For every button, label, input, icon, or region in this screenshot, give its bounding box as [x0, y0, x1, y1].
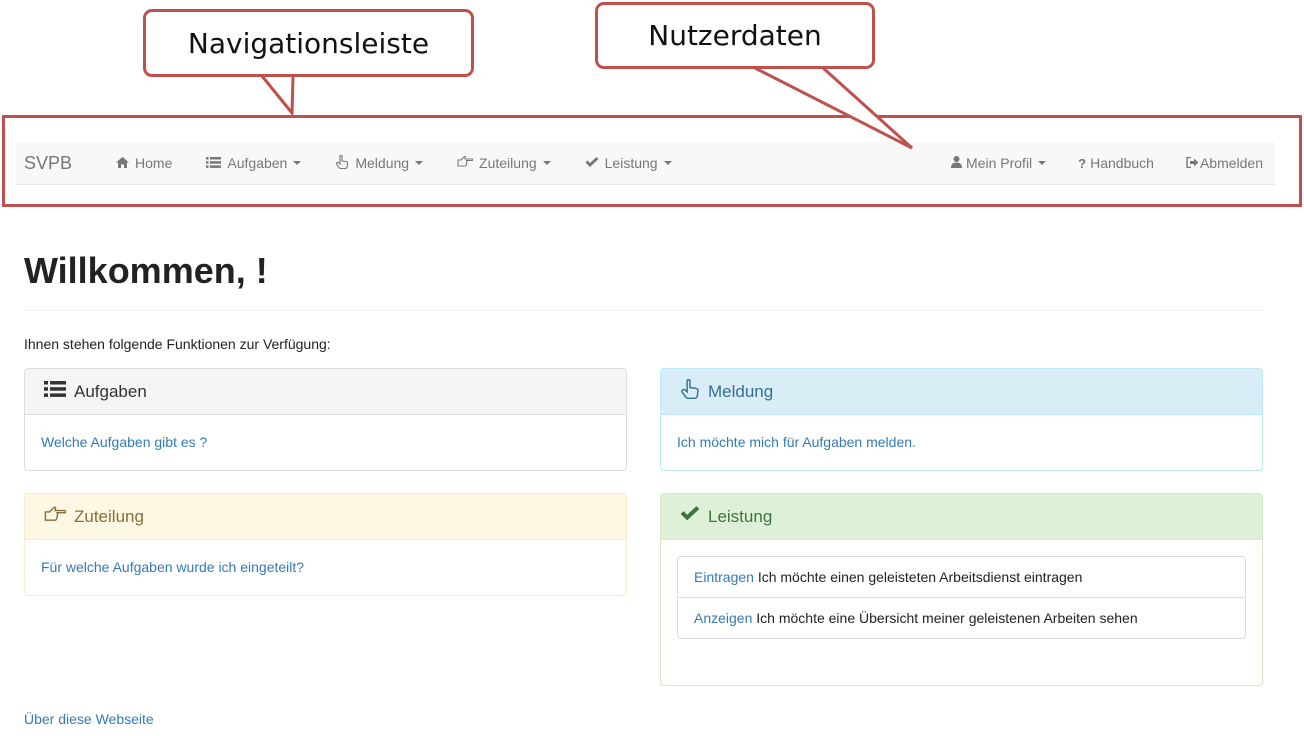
- list-item-text: Ich möchte eine Übersicht meiner geleist…: [756, 610, 1138, 626]
- link-eintragen[interactable]: Eintragen: [694, 569, 754, 585]
- panel-meldung-title: Meldung: [708, 381, 774, 401]
- nav-item-mein-profil[interactable]: Mein Profil: [935, 142, 1062, 184]
- nav-item-home[interactable]: Home: [99, 142, 189, 184]
- nav-item-handbuch[interactable]: ? Handbuch: [1062, 142, 1170, 184]
- panel-aufgaben-title: Aufgaben: [74, 381, 147, 401]
- checkmark-icon: [680, 506, 700, 527]
- chevron-down-icon: [542, 161, 551, 165]
- panel-meldung: Meldung Ich möchte mich für Aufgaben mel…: [660, 368, 1263, 471]
- link-anzeigen[interactable]: Anzeigen: [694, 610, 752, 626]
- intro-text: Ihnen stehen folgende Funktionen zur Ver…: [24, 336, 331, 352]
- leistung-list: Eintragen Ich möchte einen geleisteten A…: [677, 556, 1246, 639]
- arrow-nutzerdaten: [752, 65, 914, 150]
- nav-item-home-label: Home: [135, 155, 173, 171]
- list-item: Anzeigen Ich möchte eine Übersicht meine…: [678, 598, 1245, 638]
- panel-zuteilung-heading: Zuteilung: [25, 494, 626, 540]
- navbar-right: Mein Profil ? Handbuch Abmelden: [935, 142, 1275, 184]
- hand-pointer-right-icon: [44, 505, 67, 528]
- chevron-down-icon: [293, 161, 302, 165]
- chevron-down-icon: [663, 161, 672, 165]
- home-icon: [116, 156, 130, 171]
- list-icon: [206, 156, 222, 171]
- panel-zuteilung: Zuteilung Für welche Aufgaben wurde ich …: [24, 493, 627, 596]
- list-item: Eintragen Ich möchte einen geleisteten A…: [678, 557, 1245, 598]
- link-zuteilung-eingeteilt[interactable]: Für welche Aufgaben wurde ich eingeteilt…: [41, 559, 304, 575]
- main-content: Willkommen, ! Ihnen stehen folgende Funk…: [24, 230, 1263, 686]
- chevron-down-icon: [1038, 161, 1047, 165]
- checkmark-icon: [585, 156, 599, 171]
- navbar: SVPB Home Aufgaben Meldung Zuteilung Lei…: [16, 142, 1275, 185]
- logout-icon: [1186, 156, 1199, 171]
- footer-link-ueber-webseite[interactable]: Über diese Webseite: [24, 711, 154, 727]
- panel-leistung: Leistung Eintragen Ich möchte einen gele…: [660, 493, 1263, 686]
- link-welche-aufgaben[interactable]: Welche Aufgaben gibt es ?: [41, 434, 207, 450]
- panel-zuteilung-title: Zuteilung: [74, 506, 144, 526]
- list-item-text: Ich möchte einen geleisteten Arbeitsdien…: [757, 569, 1083, 585]
- nav-item-abmelden-label: Abmelden: [1199, 155, 1263, 171]
- arrow-navigationsleiste: [260, 75, 295, 118]
- nav-item-abmelden[interactable]: Abmelden: [1170, 142, 1275, 184]
- callout-nutzerdaten-label: Nutzerdaten: [648, 19, 822, 52]
- hand-pointer-up-icon: [680, 379, 700, 404]
- panel-zuteilung-body: Für welche Aufgaben wurde ich eingeteilt…: [25, 540, 626, 594]
- nav-item-handbuch-label: Handbuch: [1090, 155, 1154, 171]
- question-icon: ?: [1078, 155, 1087, 171]
- nav-item-mein-profil-label: Mein Profil: [966, 155, 1033, 171]
- panel-aufgaben: Aufgaben Welche Aufgaben gibt es ?: [24, 368, 627, 471]
- panel-leistung-body: Eintragen Ich möchte einen geleisteten A…: [661, 540, 1262, 655]
- nav-item-leistung-label: Leistung: [604, 155, 658, 171]
- list-icon: [44, 381, 66, 402]
- hand-pointer-up-icon: [335, 154, 349, 172]
- panel-aufgaben-body: Welche Aufgaben gibt es ?: [25, 415, 626, 469]
- navbar-brand[interactable]: SVPB: [16, 153, 80, 174]
- panel-meldung-heading: Meldung: [661, 369, 1262, 415]
- panel-leistung-heading: Leistung: [661, 494, 1262, 540]
- callout-navigationsleiste: Navigationsleiste: [143, 9, 474, 77]
- panel-leistung-title: Leistung: [708, 506, 773, 526]
- nav-item-zuteilung[interactable]: Zuteilung: [440, 142, 568, 184]
- panel-meldung-body: Ich möchte mich für Aufgaben melden.: [661, 415, 1262, 469]
- user-icon: [951, 155, 963, 171]
- callout-navigationsleiste-label: Navigationsleiste: [187, 26, 430, 60]
- nav-item-aufgaben[interactable]: Aufgaben: [189, 142, 318, 184]
- link-aufgaben-melden[interactable]: Ich möchte mich für Aufgaben melden.: [677, 434, 916, 450]
- hand-pointer-right-icon: [457, 155, 474, 171]
- nav-item-zuteilung-label: Zuteilung: [479, 155, 537, 171]
- nav-item-leistung[interactable]: Leistung: [568, 142, 689, 184]
- nav-item-aufgaben-label: Aufgaben: [227, 155, 288, 171]
- nav-item-meldung-label: Meldung: [355, 155, 410, 171]
- callout-nutzerdaten: Nutzerdaten: [595, 2, 875, 69]
- page-title: Willkommen, !: [24, 230, 1263, 311]
- panel-aufgaben-heading: Aufgaben: [25, 369, 626, 415]
- nav-item-meldung[interactable]: Meldung: [318, 142, 440, 184]
- chevron-down-icon: [415, 161, 424, 165]
